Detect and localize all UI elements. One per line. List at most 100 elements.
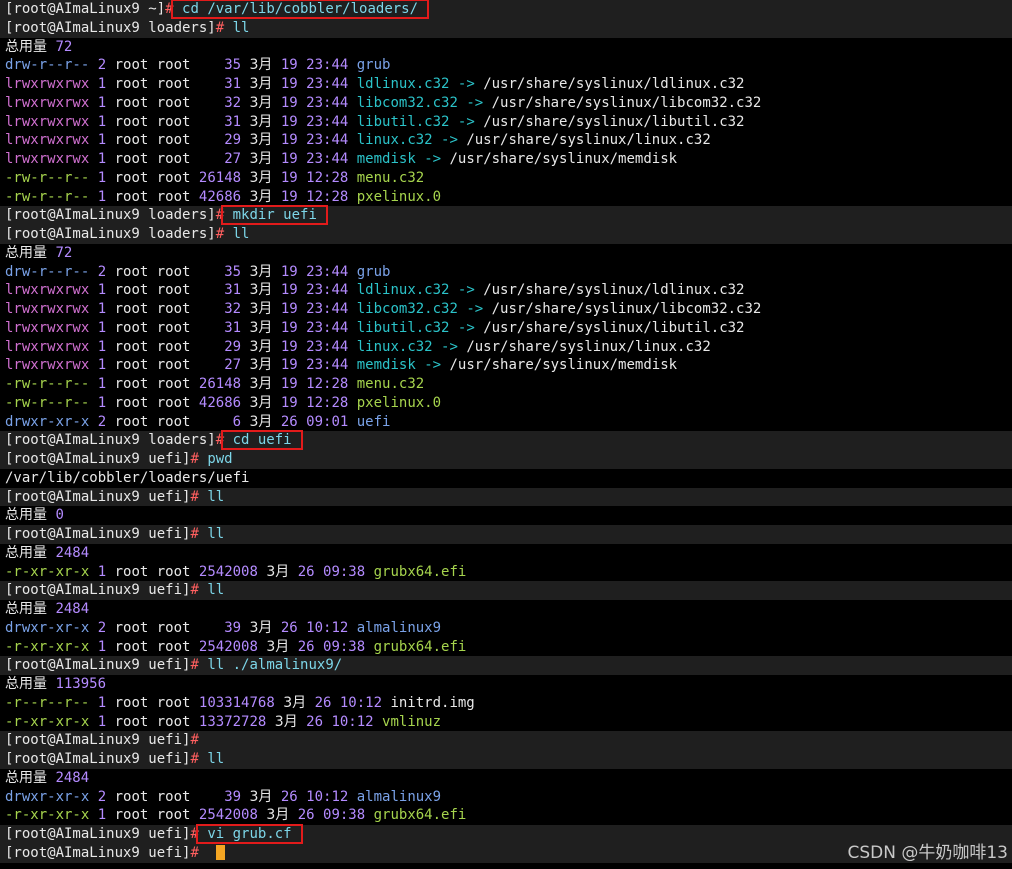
entry-owner: root root: [114, 169, 191, 186]
entry-month: 3月: [249, 188, 273, 205]
shell-prompt: [root@AImaLinux9 ~]: [5, 1, 166, 17]
prompt-line: [root@AImaLinux9 uefi]# ll: [0, 750, 1012, 769]
entry-day: 19: [280, 263, 298, 280]
entry-month: 3月: [266, 638, 290, 655]
file-entry: lrwxrwxrwx 1 root root 31 3月 19 23:44 ld…: [0, 281, 1012, 300]
command-text: ll: [232, 19, 250, 36]
file-entry: -r-xr-xr-x 1 root root 2542008 3月 26 09:…: [0, 638, 1012, 657]
entry-day: 19: [280, 301, 298, 317]
entry-time: 23:44: [306, 319, 349, 336]
symlink-arrow: ->: [432, 338, 467, 355]
output-text-value: /var/lib/cobbler/loaders/uefi: [5, 469, 250, 486]
command-wrap: vi grub.cf: [199, 826, 292, 842]
entry-links: 1: [97, 394, 107, 411]
entry-month: 3月: [249, 76, 273, 92]
entry-size: 13372728: [198, 713, 267, 730]
entry-time: 10:12: [306, 788, 349, 805]
entry-time: 23:44: [306, 263, 349, 280]
file-entry: -r-xr-xr-x 1 root root 2542008 3月 26 09:…: [0, 563, 1012, 582]
entry-permissions: lrwxrwxrwx: [5, 94, 90, 111]
entry-month: 3月: [249, 282, 273, 299]
entry-links: 1: [97, 94, 107, 111]
entry-time: 23:44: [306, 94, 349, 111]
file-entry: drwxr-xr-x 2 root root 6 3月 26 09:01 uef…: [0, 413, 1012, 432]
entry-permissions: drwxr-xr-x: [5, 619, 90, 636]
prompt-hash: #: [190, 488, 199, 505]
entry-name: grubx64.efi: [373, 638, 467, 655]
entry-owner: root root: [114, 563, 191, 580]
entry-size: 39: [198, 619, 242, 636]
terminal-window[interactable]: [root@AImaLinux9 ~] # cd /var/lib/cobbler…: [0, 0, 1012, 869]
entry-permissions: lrwxrwxrwx: [5, 113, 90, 130]
entry-month: 3月: [249, 301, 273, 317]
file-entry: -rw-r--r-- 1 root root 42686 3月 19 12:28…: [0, 188, 1012, 207]
entry-time: 23:44: [306, 151, 349, 167]
output-text: /var/lib/cobbler/loaders/uefi: [0, 469, 1012, 488]
entry-day: 26: [306, 713, 323, 730]
entry-permissions: lrwxrwxrwx: [5, 282, 90, 299]
command-text: vi grub.cf: [207, 826, 292, 842]
command-text: ll: [207, 526, 225, 542]
prompt-hash: #: [215, 432, 225, 449]
prompt-line: [root@AImaLinux9 uefi]# ll: [0, 487, 1012, 507]
entry-size: 26148: [198, 169, 242, 186]
file-entry: drw-r--r-- 2 root root 35 3月 19 23:44 gr…: [0, 263, 1012, 282]
file-entry: lrwxrwxrwx 1 root root 29 3月 19 23:44 li…: [0, 338, 1012, 357]
command-text: ll: [232, 226, 250, 242]
symlink-arrow: ->: [449, 76, 484, 92]
command-wrap: ll: [199, 751, 224, 767]
prompt-hash: #: [190, 657, 199, 674]
prompt-line: [root@AImaLinux9 loaders]# mkdir uefi: [0, 205, 1012, 226]
command-wrap: ll: [199, 526, 224, 542]
entry-name: vmlinuz: [382, 713, 442, 730]
symlink-target: /usr/share/syslinux/memdisk: [449, 151, 678, 167]
entry-links: 1: [97, 319, 107, 336]
entry-links: 1: [97, 282, 107, 299]
entry-day: 19: [280, 376, 298, 392]
entry-size: 29: [198, 132, 242, 149]
shell-prompt: [root@AImaLinux9 uefi]: [5, 844, 191, 861]
command-text: ll: [207, 751, 225, 767]
entry-owner: root root: [114, 376, 191, 392]
prompt-line: [root@AImaLinux9 uefi]#: [0, 731, 1012, 750]
entry-name: memdisk: [356, 357, 416, 374]
terminal-cursor[interactable]: [215, 845, 225, 861]
file-entry: -r--r--r-- 1 root root 103314768 3月 26 1…: [0, 694, 1012, 713]
entry-permissions: -r-xr-xr-x: [5, 713, 90, 730]
entry-size: 31: [198, 319, 242, 336]
command-text: cd /var/lib/cobbler/loaders/: [182, 1, 419, 17]
entry-links: 2: [97, 788, 107, 805]
total-label: 总用量: [5, 244, 47, 261]
shell-prompt: [root@AImaLinux9 uefi]: [5, 657, 191, 674]
entry-time: 09:38: [323, 563, 366, 580]
entry-name: grubx64.efi: [373, 807, 467, 824]
command-wrap: ll: [224, 226, 250, 242]
entry-links: 1: [97, 169, 107, 186]
entry-permissions: -rw-r--r--: [5, 188, 90, 205]
entry-time: 12:28: [306, 376, 349, 392]
entry-time: 23:44: [306, 338, 349, 355]
entry-links: 1: [97, 301, 107, 317]
entry-name: libutil.c32: [356, 319, 450, 336]
symlink-target: /usr/share/syslinux/libutil.c32: [483, 113, 745, 130]
file-entry: lrwxrwxrwx 1 root root 31 3月 19 23:44 li…: [0, 113, 1012, 132]
symlink-target: /usr/share/syslinux/linux.c32: [466, 132, 711, 149]
entry-day: 19: [280, 338, 298, 355]
entry-name: grubx64.efi: [373, 563, 467, 580]
entry-time: 12:28: [306, 394, 349, 411]
entry-time: 23:44: [306, 113, 349, 130]
shell-prompt: [root@AImaLinux9 uefi]: [5, 582, 191, 599]
command-wrap: ll: [199, 489, 224, 505]
entry-size: 31: [198, 76, 242, 92]
total-line: 总用量 72: [0, 244, 1012, 263]
entry-permissions: -r-xr-xr-x: [5, 807, 90, 824]
entry-time: 23:44: [306, 57, 349, 74]
entry-links: 1: [97, 807, 107, 824]
entry-links: 1: [97, 713, 107, 730]
entry-time: 09:01: [306, 413, 349, 430]
total-value: 2484: [55, 601, 90, 617]
entry-day: 19: [280, 394, 298, 411]
shell-prompt: [root@AImaLinux9 loaders]: [5, 19, 216, 36]
total-value: 2484: [55, 544, 90, 561]
entry-permissions: -rw-r--r--: [5, 169, 90, 186]
